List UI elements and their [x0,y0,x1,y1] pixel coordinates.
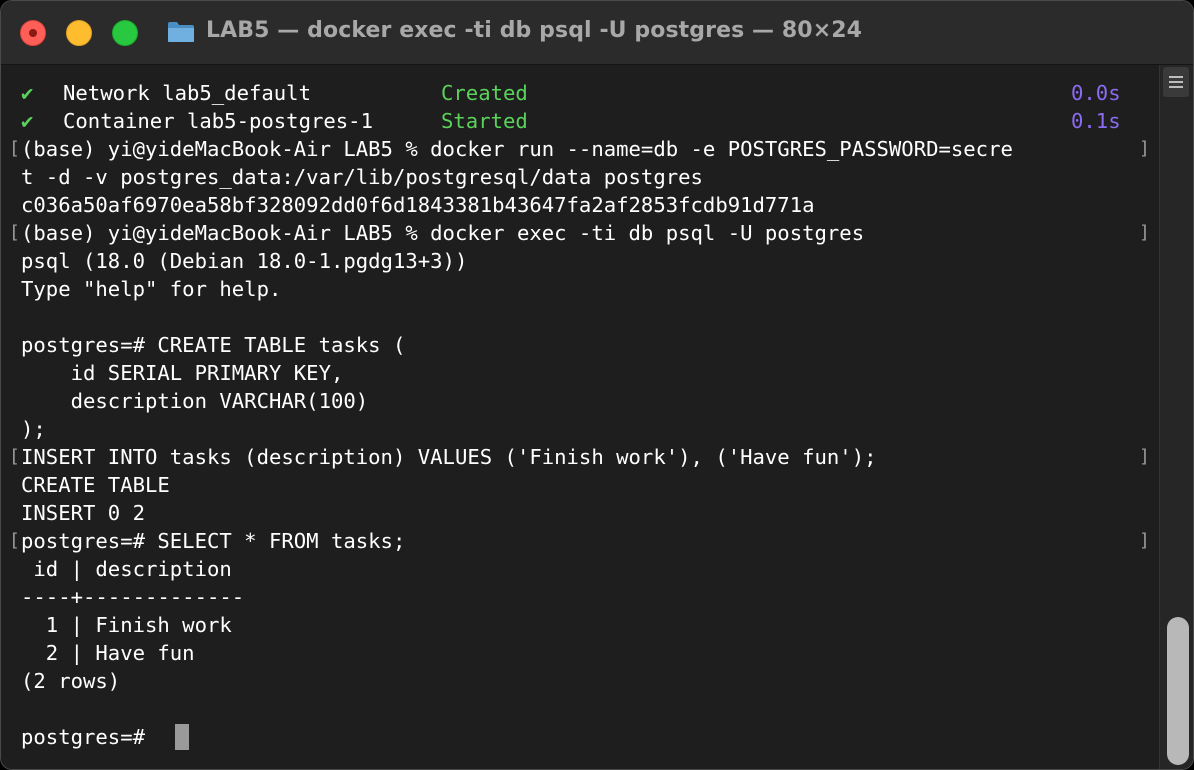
checkmark-icon: ✔ [21,81,34,105]
terminal-line: Type "help" for help. [21,277,282,301]
terminal-line: ); [21,417,46,441]
minimize-button[interactable] [66,20,92,46]
terminal-line: 2 | Have fun [21,641,195,665]
status-state: Created [441,81,528,105]
status-resource: Container lab5-postgres-1 [63,109,373,133]
window-title: LAB5 — docker exec -ti db psql -U postgr… [206,18,863,43]
terminal-line: description VARCHAR(100) [21,389,369,413]
status-time: 0.1s [1071,109,1121,133]
mark-bracket-right: ] [1139,530,1150,551]
terminal-line: psql (18.0 (Debian 18.0-1.pgdg13+3)) [21,249,468,273]
terminal-line: (2 rows) [21,669,121,693]
zoom-button[interactable] [112,20,138,46]
close-button[interactable] [20,20,46,46]
mark-bracket-left: [ [9,138,20,159]
mark-bracket-right: ] [1139,446,1150,467]
mark-bracket-right: ] [1139,138,1150,159]
mark-bracket-left: [ [9,446,20,467]
split-pane-icon[interactable] [1163,67,1189,97]
terminal-line: ----+------------- [21,585,245,609]
terminal-line: CREATE TABLE [21,473,170,497]
scrollbar-thumb[interactable] [1167,617,1189,765]
status-resource: Network lab5_default [63,81,311,105]
terminal-line: id SERIAL PRIMARY KEY, [21,361,344,385]
text-cursor [175,724,189,750]
folder-icon [168,22,194,42]
terminal-line: INSERT 0 2 [21,501,145,525]
mark-bracket-right: ] [1139,222,1150,243]
terminal-line: 1 | Finish work [21,613,232,637]
terminal-line: INSERT INTO tasks (description) VALUES (… [21,445,877,469]
terminal-line: (base) yi@yideMacBook-Air LAB5 % docker … [21,137,1013,161]
terminal-line: c036a50af6970ea58bf328092dd0f6d1843381b4… [21,193,815,217]
status-row: ✔ [21,79,33,107]
title-bar[interactable]: LAB5 — docker exec -ti db psql -U postgr… [1,1,1193,65]
prompt-line: postgres=# [21,725,158,749]
terminal-window: LAB5 — docker exec -ti db psql -U postgr… [0,0,1194,770]
terminal-line: (base) yi@yideMacBook-Air LAB5 % docker … [21,221,865,245]
checkmark-icon: ✔ [21,109,34,133]
terminal-line: t -d -v postgres_data:/var/lib/postgresq… [21,165,703,189]
status-time: 0.0s [1071,81,1121,105]
terminal-line: postgres=# SELECT * FROM tasks; [21,529,406,553]
status-state: Started [441,109,528,133]
mark-bracket-left: [ [9,530,20,551]
status-row: ✔ [21,107,33,135]
terminal-line: id | description [21,557,232,581]
mark-bracket-left: [ [9,222,20,243]
terminal-line: postgres=# CREATE TABLE tasks ( [21,333,406,357]
